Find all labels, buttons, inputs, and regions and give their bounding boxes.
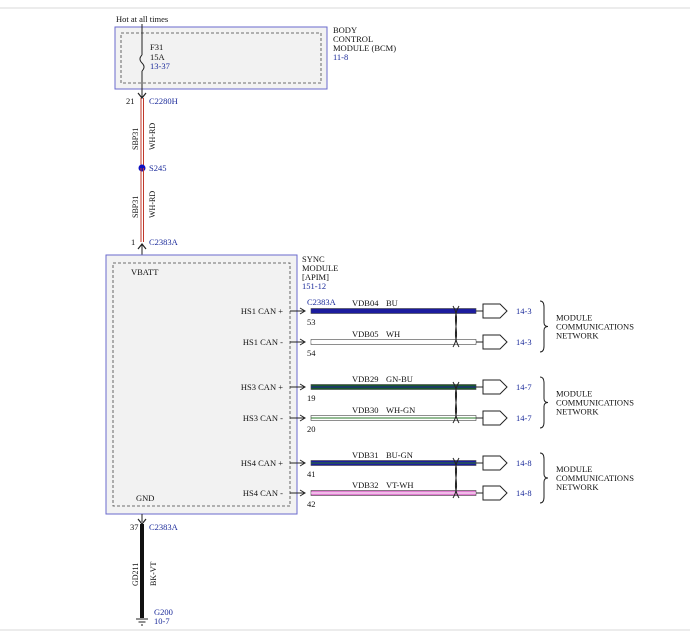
bcm-ref: 11-8 — [333, 52, 348, 62]
bcm-box — [114, 26, 328, 90]
can-pin: 19 — [307, 393, 316, 403]
can-ref: 14-3 — [516, 306, 532, 316]
offpage-arrow-icon — [482, 410, 508, 426]
can-ref: 14-8 — [516, 458, 532, 468]
network-brace-icon — [539, 452, 549, 504]
can-ref: 14-8 — [516, 488, 532, 498]
upper-top-pin: 21 — [126, 96, 135, 106]
bcm-module: Hot at all times BODY CONTROL MODULE (BC… — [114, 14, 396, 90]
can-color: WH — [386, 329, 400, 339]
can-pin: 42 — [307, 499, 316, 509]
can-label: HS1 CAN + — [241, 306, 283, 316]
can-color: BU — [386, 298, 398, 308]
fuse-name: F31 — [150, 42, 163, 52]
can-circuit: VDB04 — [352, 298, 379, 308]
can-ref: 14-3 — [516, 337, 532, 347]
network-brace-icon — [539, 376, 549, 429]
can-color: GN-BU — [386, 374, 413, 384]
lower-circuit: GD211 — [131, 563, 140, 586]
upper-color-b: WH-RD — [148, 191, 157, 218]
network-label: NETWORK — [556, 407, 599, 417]
can-color: VT-WH — [386, 480, 414, 490]
can-circuit: VDB05 — [352, 329, 378, 339]
can-label: HS4 CAN - — [243, 488, 283, 498]
can-ref: 14-7 — [516, 413, 532, 423]
can-circuit: VDB32 — [352, 480, 378, 490]
network-brace-icon — [539, 300, 549, 353]
sync-module: SYNC MODULE [APIM] 151-12 VBATT GND C238… — [105, 254, 338, 515]
lower-wire: 37 C2383A GD211 BK-VT G200 10-7 — [130, 514, 179, 626]
can-ref: 14-7 — [516, 382, 532, 392]
offpage-arrow-icon — [482, 334, 508, 350]
can-color: WH-GN — [386, 405, 415, 415]
sync-connector-label: C2383A — [307, 297, 337, 307]
can-circuit: VDB31 — [352, 450, 378, 460]
splice-dot — [138, 164, 146, 172]
offpage-arrow-icon — [482, 303, 508, 319]
lower-top-pin: 37 — [130, 522, 139, 532]
offpage-arrow-icon — [482, 455, 508, 471]
gnd-label: GND — [136, 493, 154, 503]
upper-wire: 21 C2280H SBP31 WH-RD S245 SBP31 WH-RD 1… — [126, 89, 179, 255]
wiring-diagram: Hot at all times BODY CONTROL MODULE (BC… — [0, 7, 690, 631]
offpage-arrow-icon — [482, 485, 508, 501]
upper-bottom-connector: C2383A — [149, 237, 179, 247]
supply-label: Hot at all times — [116, 14, 168, 24]
can-circuit: VDB30 — [352, 405, 378, 415]
can-label: HS3 CAN + — [241, 382, 283, 392]
can-pin: 41 — [307, 469, 316, 479]
offpage-arrow-icon — [482, 379, 508, 395]
ground-ref: 10-7 — [154, 616, 170, 626]
splice-label: S245 — [149, 163, 166, 173]
can-pin: 53 — [307, 317, 316, 327]
fuse-ref: 13-37 — [150, 61, 170, 71]
can-color: BU-GN — [386, 450, 413, 460]
sync-ref: 151-12 — [302, 281, 326, 291]
network-groups: MODULECOMMUNICATIONSNETWORKMODULECOMMUNI… — [539, 300, 634, 504]
can-label: HS3 CAN - — [243, 413, 283, 423]
can-label: HS4 CAN + — [241, 458, 283, 468]
vbatt-label: VBATT — [131, 267, 159, 277]
can-pin: 20 — [307, 424, 316, 434]
network-label: NETWORK — [556, 482, 599, 492]
network-label: NETWORK — [556, 331, 599, 341]
can-label: HS1 CAN - — [243, 337, 283, 347]
upper-circuit-a: SBP31 — [131, 128, 140, 150]
lower-color: BK-VT — [149, 561, 158, 586]
lower-top-connector: C2383A — [149, 522, 179, 532]
upper-color-a: WH-RD — [148, 123, 157, 150]
upper-top-connector: C2280H — [149, 96, 178, 106]
can-pin: 54 — [307, 348, 316, 358]
can-circuit: VDB29 — [352, 374, 378, 384]
upper-circuit-b: SBP31 — [131, 196, 140, 218]
upper-bottom-pin: 1 — [131, 237, 135, 247]
